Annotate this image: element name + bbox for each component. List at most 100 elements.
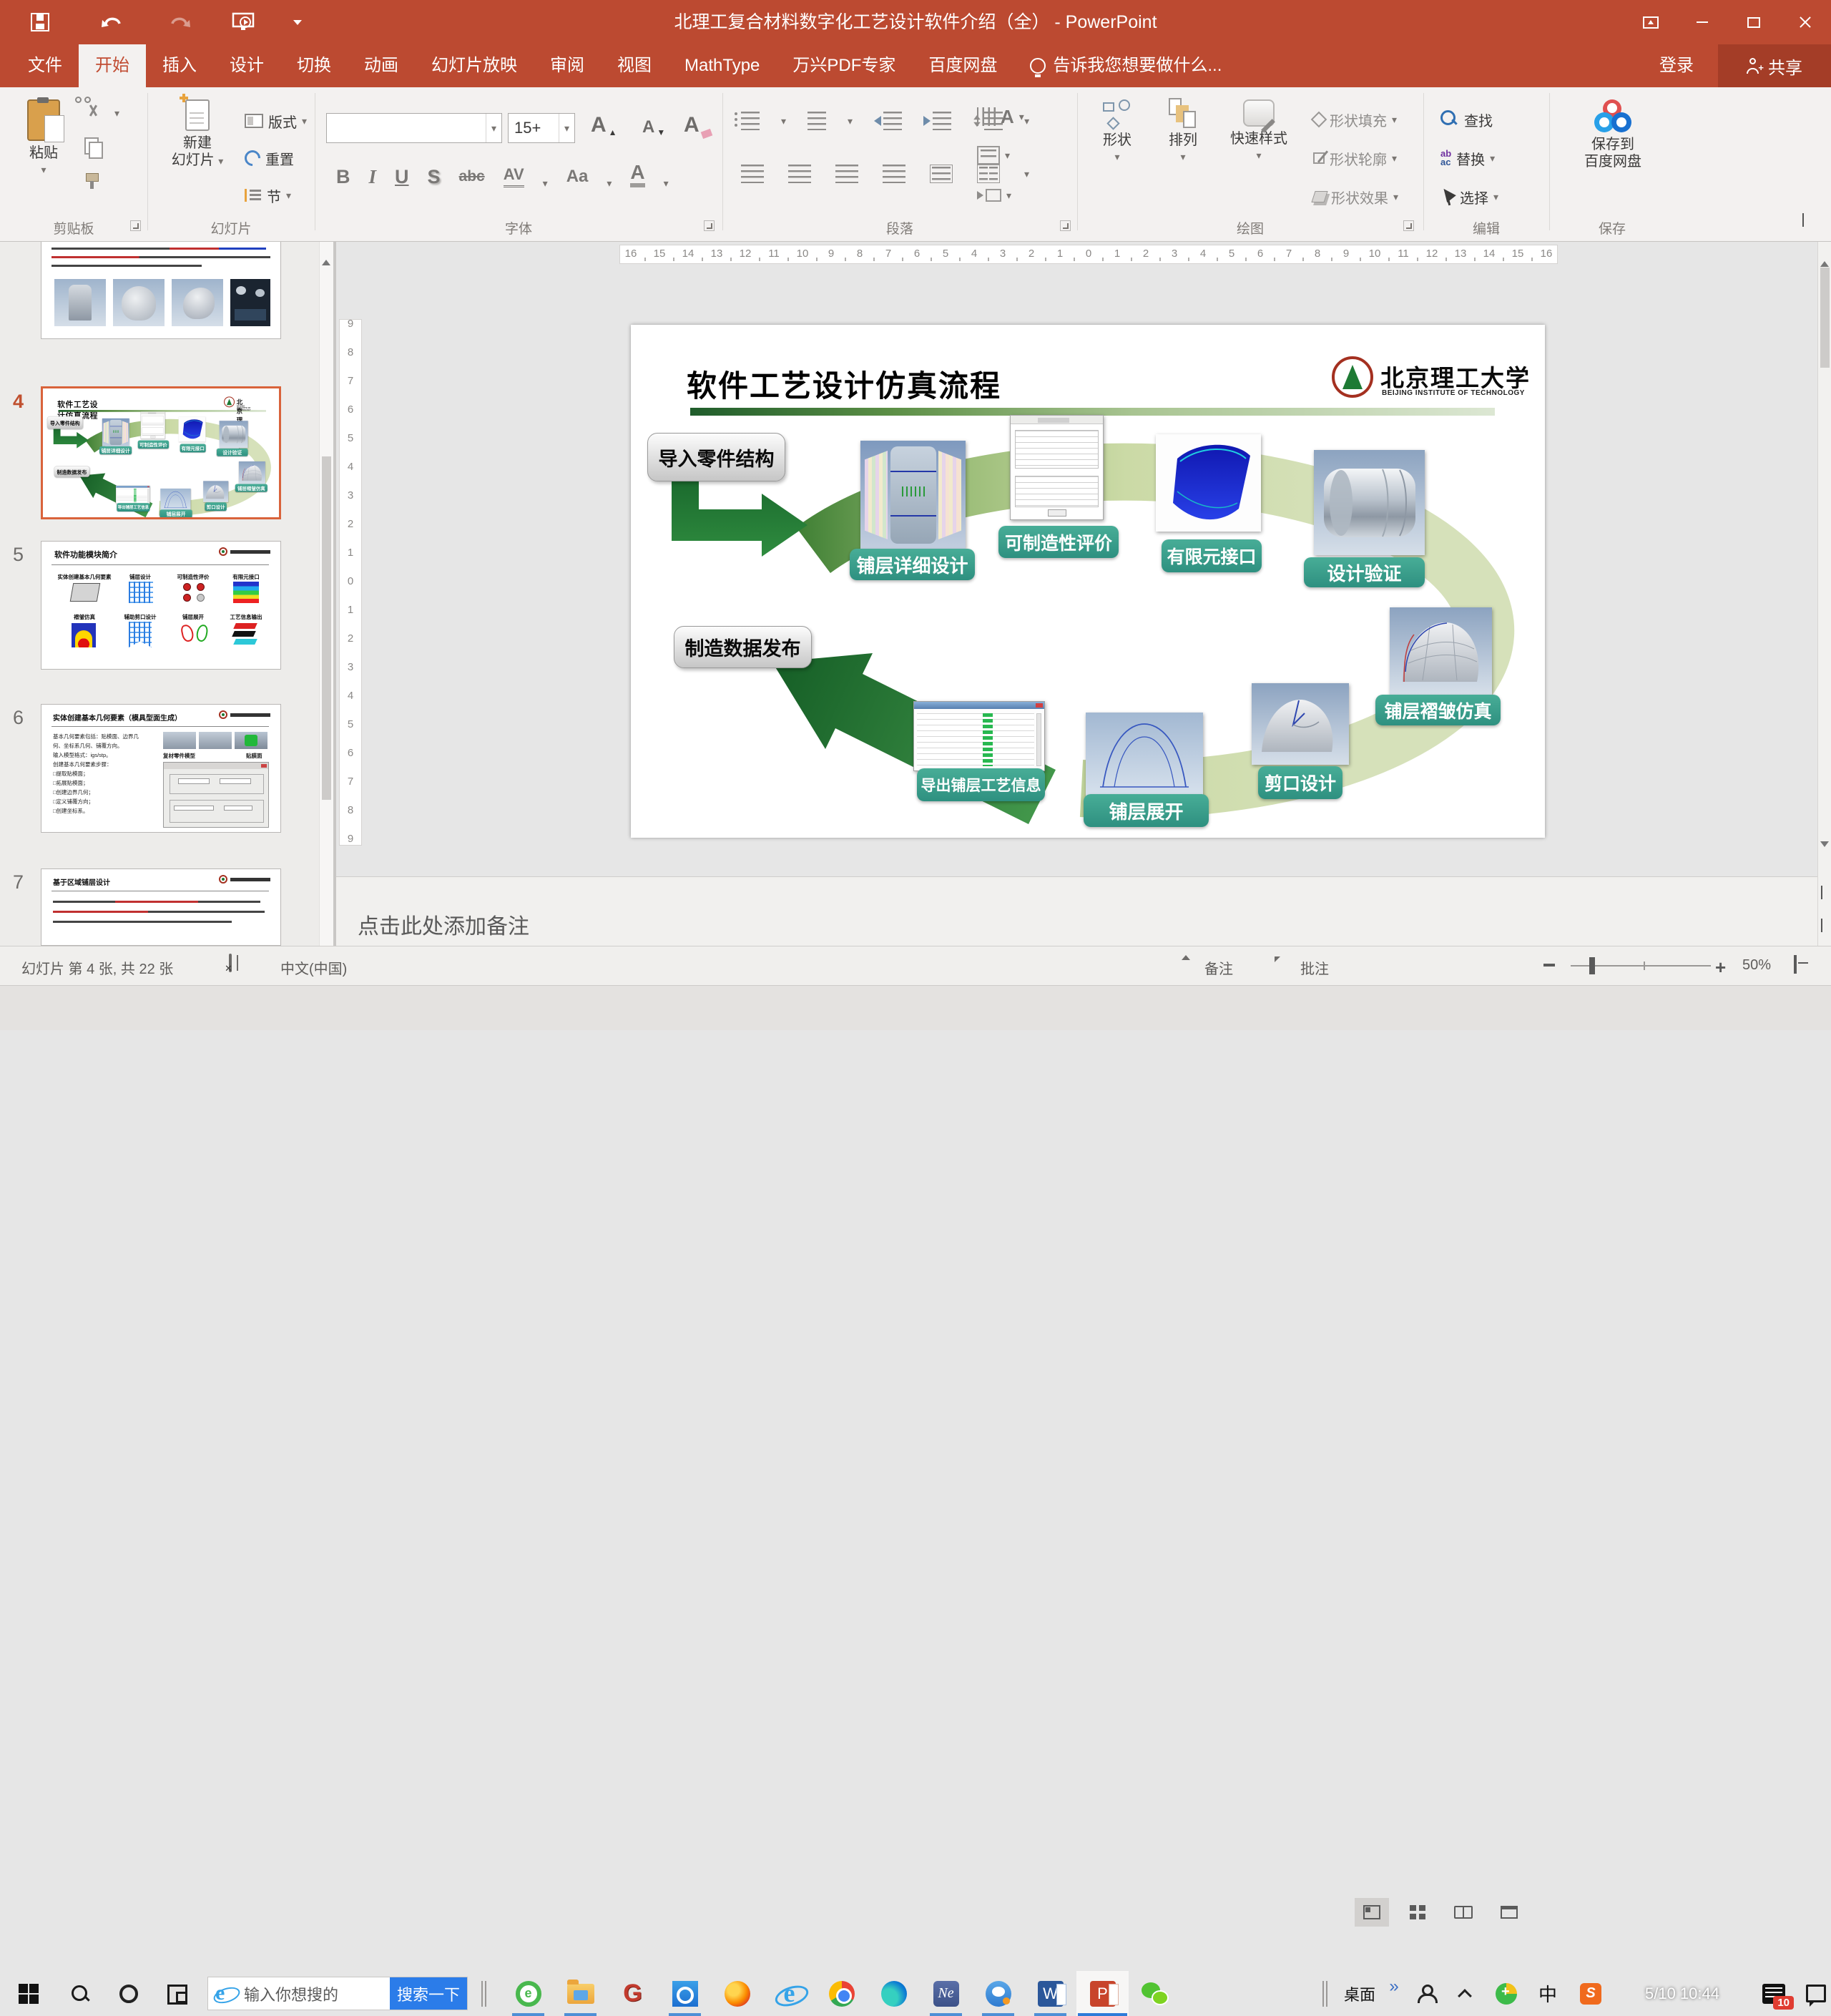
arrange-button[interactable]: 排列 ▾ [1153, 98, 1213, 161]
flow-step-3[interactable]: 有限元接口 [1162, 539, 1262, 572]
flow-step-6[interactable]: 剪口设计 [205, 502, 226, 511]
line-spacing-dropdown[interactable]: ▾ [1024, 117, 1029, 125]
taskbar-app-firefox[interactable] [711, 1971, 763, 2016]
underline-button[interactable]: U [395, 166, 409, 187]
flow-end-box[interactable]: 制造数据发布 [674, 626, 812, 668]
decrease-indent-button[interactable] [874, 112, 902, 130]
text-shadow-button[interactable]: S [428, 166, 441, 187]
taskbar-app-chat[interactable] [972, 1971, 1024, 2016]
new-slide-button[interactable]: 新建幻灯片 ▾ [160, 99, 235, 169]
increase-indent-button[interactable] [923, 112, 951, 130]
flow-end-box[interactable]: 制造数据发布 [54, 466, 89, 477]
text-direction-button[interactable]: A▾ [977, 103, 1024, 130]
collapse-ribbon-button[interactable] [1802, 213, 1804, 226]
taskbar-app-ie[interactable]: e [763, 1971, 815, 2016]
scrollbar-thumb[interactable] [1820, 268, 1830, 368]
cortana-button[interactable] [106, 1971, 152, 2016]
select-button[interactable]: 选择▾ [1440, 183, 1498, 210]
save-to-baidu-button[interactable]: 保存到百度网盘 [1566, 99, 1659, 170]
font-color-button[interactable]: A [630, 162, 644, 187]
change-case-dropdown[interactable]: ▾ [607, 179, 612, 187]
action-center-button[interactable] [1801, 1971, 1831, 2016]
export-ply-info-image[interactable] [116, 486, 150, 504]
clock[interactable]: 5/10 10:44 [1618, 1971, 1747, 2016]
taskbar-app-chrome[interactable] [815, 1971, 868, 2016]
horizontal-ruler[interactable]: 1615141312111098765432101234567891011121… [619, 245, 1558, 264]
justify-button[interactable] [883, 165, 905, 183]
ply-design-image[interactable] [860, 441, 966, 549]
spellcheck-button[interactable] [229, 955, 232, 972]
layout-button[interactable]: 版式▾ [245, 107, 307, 134]
tab-pdf-expert[interactable]: 万兴PDF专家 [776, 44, 912, 87]
shrink-font-button[interactable]: A▼ [642, 117, 665, 137]
ime-indicator[interactable]: 中 [1532, 1971, 1564, 2016]
share-button[interactable]: + 共享 [1718, 44, 1831, 87]
notes-placeholder[interactable]: 点击此处添加备注 [358, 909, 529, 940]
taskbar-app-powerpoint[interactable]: P [1076, 1971, 1129, 2016]
character-spacing-dropdown[interactable]: ▾ [543, 179, 548, 187]
ply-flatten-image[interactable] [160, 489, 190, 512]
italic-button[interactable]: I [369, 166, 377, 187]
comments-toggle-label[interactable]: 批注 [1300, 957, 1329, 978]
shape-fill-button[interactable]: 形状填充▾ [1313, 106, 1397, 133]
scroll-up-arrow[interactable] [1820, 249, 1829, 262]
taskbar-app-word[interactable]: W [1024, 1971, 1076, 2016]
flow-step-7[interactable]: 铺层展开 [159, 509, 192, 517]
columns-dropdown[interactable]: ▾ [1024, 170, 1029, 178]
view-normal-button[interactable] [1355, 1898, 1389, 1927]
flow-start-box[interactable]: 导入零件结构 [647, 433, 785, 481]
panel-divider[interactable] [333, 242, 336, 946]
character-spacing-button[interactable]: AV [504, 164, 524, 187]
paste-dropdown[interactable]: ▾ [41, 165, 46, 174]
fem-interface-image[interactable] [1156, 434, 1261, 532]
taskbar-app-noteexpress[interactable]: Ne [920, 1971, 972, 2016]
tell-me-box[interactable]: 告诉我您想要做什么... [1013, 44, 1238, 87]
quick-access-customize-button[interactable] [285, 0, 310, 44]
shape-effects-button[interactable]: 形状效果▾ [1313, 183, 1398, 210]
desktop-toolbar-expand[interactable]: » [1383, 1971, 1405, 2016]
numbering-button[interactable] [807, 112, 826, 130]
replace-button[interactable]: abac替换▾ [1440, 145, 1495, 172]
tray-sogou-input[interactable]: S [1575, 1971, 1606, 2016]
distributed-button[interactable] [930, 165, 953, 183]
find-button[interactable]: 查找 [1440, 106, 1493, 133]
bullets-button[interactable] [741, 112, 760, 130]
taskbar-search-box[interactable]: e 输入你想搜的 搜索一下 [207, 1977, 468, 2010]
align-left-button[interactable] [741, 165, 764, 183]
manufacturability-table-image[interactable] [141, 412, 165, 439]
tab-slideshow[interactable]: 幻灯片放映 [415, 44, 534, 87]
flow-step-4[interactable]: 设计验证 [217, 449, 248, 456]
wrinkle-simulation-image[interactable] [1390, 607, 1492, 695]
redo-button[interactable] [160, 0, 200, 44]
tray-360-safety[interactable] [1491, 1971, 1522, 2016]
notes-toggle-label[interactable]: 备注 [1204, 957, 1233, 978]
task-view-button[interactable] [154, 1971, 200, 2016]
copy-dropdown[interactable]: ▾ [114, 107, 119, 120]
scroll-down-arrow[interactable] [1820, 847, 1829, 860]
taskbar-app-360browser[interactable]: e [502, 1971, 554, 2016]
thumbnail-slide-6[interactable]: 实体创建基本几何要素（模具型面生成） 基本几何要素包括：贴模面、边界几 何、坐标… [41, 704, 281, 833]
cut-design-image[interactable] [203, 481, 228, 501]
flow-start-box[interactable]: 导入零件结构 [47, 416, 83, 429]
save-button[interactable] [20, 0, 60, 44]
font-dialog-launcher[interactable] [704, 220, 715, 231]
shape-outline-button[interactable]: 形状轮廓▾ [1313, 145, 1397, 172]
ply-design-image[interactable] [102, 419, 129, 446]
zoom-in-button[interactable]: + [1715, 956, 1726, 979]
flow-step-5[interactable]: 铺层褶皱仿真 [1375, 695, 1501, 725]
font-name-combo[interactable]: ▾ [326, 113, 502, 143]
view-reading-button[interactable] [1446, 1898, 1481, 1927]
thumbnail-slide-3-partial[interactable] [41, 242, 281, 339]
bullets-dropdown[interactable]: ▾ [781, 117, 786, 125]
tray-people-button[interactable] [1410, 1971, 1442, 2016]
tab-animations[interactable]: 动画 [348, 44, 415, 87]
view-slide-sorter-button[interactable] [1400, 1898, 1435, 1927]
flow-step-5[interactable]: 铺层褶皱仿真 [235, 484, 267, 491]
editor-scrollbar[interactable] [1817, 242, 1831, 946]
clipboard-dialog-launcher[interactable] [130, 220, 141, 231]
next-slide-button[interactable] [1821, 919, 1822, 931]
section-button[interactable]: 节▾ [245, 182, 291, 209]
tab-home[interactable]: 开始 [79, 44, 146, 87]
reset-button[interactable]: 重置 [245, 145, 294, 172]
font-name-dropdown[interactable]: ▾ [491, 124, 496, 132]
